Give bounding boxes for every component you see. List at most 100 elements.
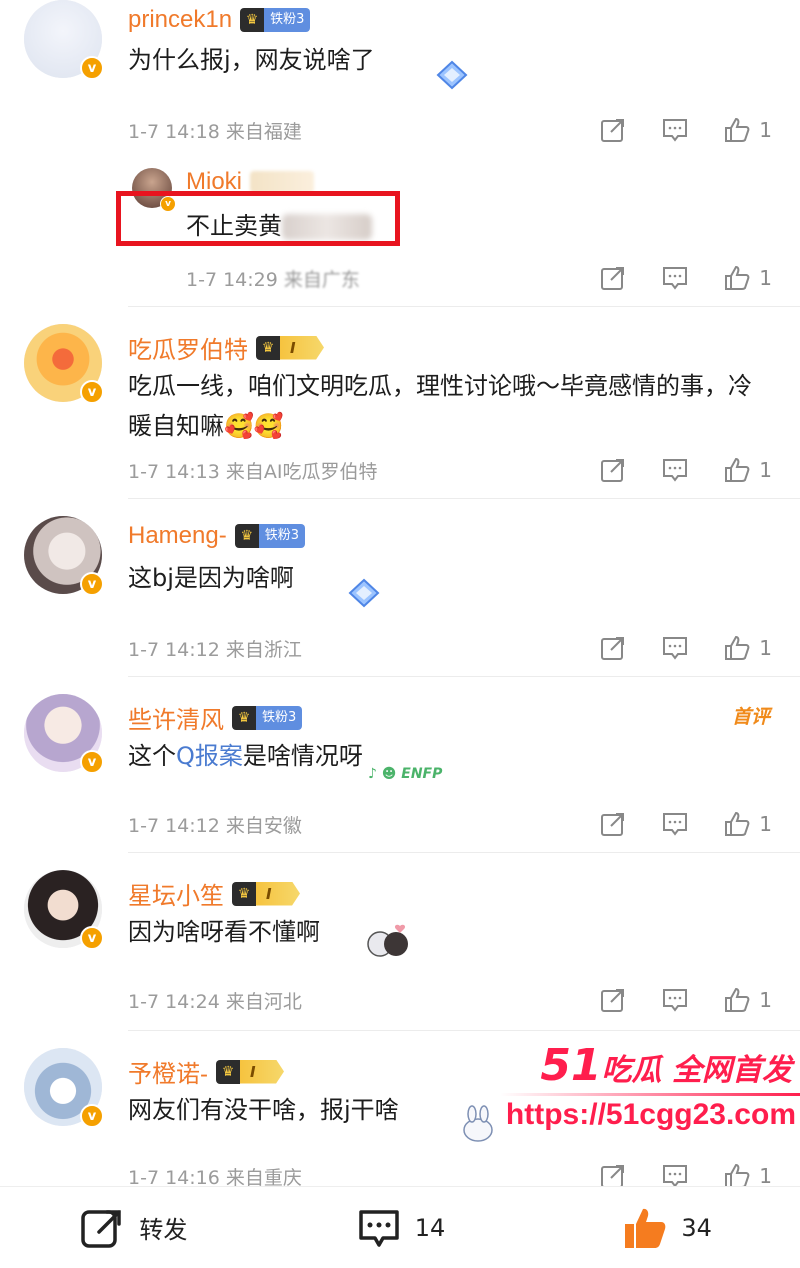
- username[interactable]: 星坛小笙: [128, 876, 224, 911]
- thumbs-up-filled-icon: [625, 1208, 666, 1248]
- enfp-sticker-icon: ♪ ☻ ENFP: [368, 766, 443, 782]
- like-post-button[interactable]: 34: [533, 1204, 800, 1252]
- thumbs-up-icon: [725, 811, 750, 836]
- username[interactable]: 吃瓜罗伯特: [128, 330, 248, 365]
- share-button[interactable]: [599, 810, 627, 838]
- reply-button[interactable]: [661, 986, 689, 1014]
- like-button[interactable]: 1: [723, 116, 772, 144]
- bunny-sticker-icon: [463, 1105, 493, 1142]
- verified-icon: v: [80, 750, 104, 774]
- divider: [128, 1030, 800, 1031]
- divider: [128, 676, 800, 677]
- share-button[interactable]: [599, 456, 627, 484]
- like-count: 34: [681, 1213, 712, 1242]
- avatar[interactable]: v: [24, 694, 104, 774]
- reply-button[interactable]: [661, 456, 689, 484]
- level-badge[interactable]: ♛ I: [216, 1059, 284, 1084]
- share-icon: [601, 813, 625, 836]
- username[interactable]: Hameng-: [128, 522, 227, 550]
- comment-meta: 1-7 14:13 来自AI吃瓜罗伯特: [128, 460, 378, 483]
- like-button[interactable]: 1: [723, 264, 772, 292]
- verified-icon: v: [80, 572, 104, 596]
- comment-text: 吃瓜一线，咱们文明吃瓜，理性讨论哦～毕竟感情的事，冷暖自知嘛🥰🥰: [128, 372, 752, 440]
- comment-icon: [663, 267, 688, 290]
- blurred-badge: [250, 171, 315, 193]
- anime-sticker-icon: [367, 924, 408, 957]
- comment-icon: [663, 989, 688, 1012]
- repost-icon: [81, 1209, 122, 1248]
- comment-icon: [663, 637, 688, 660]
- watermark-url: https://51cgg23.com: [505, 1098, 796, 1131]
- avatar[interactable]: v: [24, 324, 104, 404]
- reply-button[interactable]: [661, 116, 689, 144]
- username[interactable]: princek1n: [128, 6, 232, 34]
- thumbs-up-icon: [725, 265, 750, 290]
- fan-badge[interactable]: ♛ 铁粉3: [232, 705, 303, 730]
- share-button[interactable]: [599, 634, 627, 662]
- reply-button[interactable]: [661, 634, 689, 662]
- comments-button[interactable]: 14: [267, 1204, 534, 1252]
- diamond-sticker-icon: [348, 578, 380, 608]
- thumbs-up-icon: [725, 987, 750, 1012]
- share-icon: [601, 267, 625, 290]
- share-button[interactable]: [599, 116, 627, 144]
- comment-count: 14: [414, 1213, 446, 1242]
- crown-icon: ♛: [234, 524, 259, 548]
- crown-icon: ♛: [232, 705, 256, 730]
- crown-icon: ♛: [232, 881, 256, 906]
- thumbs-up-icon: [725, 635, 750, 660]
- reply-meta: 1-7 14:29 来自广东: [186, 268, 360, 291]
- divider: [128, 498, 800, 499]
- divider: [128, 306, 800, 307]
- verified-icon: v: [80, 926, 104, 950]
- avatar[interactable]: v: [24, 870, 104, 950]
- comment-meta: 1-7 14:12 来自浙江: [128, 638, 302, 661]
- comment-meta: 1-7 14:12 来自安徽: [128, 814, 302, 837]
- verified-icon: v: [80, 56, 104, 80]
- repost-label: 转发: [139, 1216, 188, 1244]
- repost-button[interactable]: 转发: [0, 1204, 267, 1252]
- comment-icon: [663, 119, 688, 142]
- share-button[interactable]: [599, 986, 627, 1014]
- username[interactable]: 些许清风: [128, 700, 224, 735]
- comment-meta: 1-7 14:18 来自福建: [128, 120, 302, 143]
- level-badge[interactable]: ♛ I: [256, 335, 324, 360]
- reply-button[interactable]: [661, 264, 689, 292]
- watermark: 51吃瓜 全网首发 https://51cgg23.com: [500, 1040, 800, 1132]
- highlight-box: [116, 191, 400, 246]
- share-icon: [601, 989, 625, 1012]
- comment-text: 这bj是因为啥啊: [128, 564, 294, 592]
- divider: [128, 852, 800, 853]
- level-badge[interactable]: ♛ I: [232, 881, 300, 906]
- thumbs-up-icon: [725, 457, 750, 482]
- crown-icon: ♛: [256, 335, 280, 360]
- like-button[interactable]: 1: [723, 986, 772, 1014]
- fan-badge[interactable]: ♛ 铁粉3: [240, 8, 311, 32]
- comment-icon: [663, 813, 688, 836]
- crown-icon: ♛: [216, 1059, 240, 1084]
- diamond-sticker-icon: [436, 60, 468, 90]
- verified-icon: v: [80, 380, 104, 404]
- verified-icon: v: [80, 1104, 104, 1128]
- bottom-action-bar: 转发 14 34: [0, 1186, 800, 1268]
- like-button[interactable]: 1: [723, 456, 772, 484]
- fan-badge[interactable]: ♛ 铁粉3: [234, 524, 305, 548]
- avatar[interactable]: v: [24, 0, 104, 80]
- share-icon: [601, 119, 625, 142]
- share-icon: [601, 637, 625, 660]
- share-button[interactable]: [599, 264, 627, 292]
- avatar[interactable]: v: [24, 516, 104, 596]
- like-button[interactable]: 1: [723, 810, 772, 838]
- comment-meta: 1-7 14:24 来自河北: [128, 990, 302, 1013]
- avatar[interactable]: v: [24, 1048, 104, 1128]
- thumbs-up-icon: [725, 117, 750, 142]
- comment-icon: [663, 459, 688, 482]
- comment-text: 因为啥呀看不懂啊: [128, 918, 320, 946]
- search-link[interactable]: Q报案: [176, 742, 243, 770]
- comment-icon: [358, 1209, 399, 1247]
- crown-icon: ♛: [240, 8, 265, 32]
- like-button[interactable]: 1: [723, 634, 772, 662]
- reply-button[interactable]: [661, 810, 689, 838]
- first-comment-tag: 首评: [731, 706, 770, 728]
- username[interactable]: 予橙诺-: [128, 1054, 208, 1089]
